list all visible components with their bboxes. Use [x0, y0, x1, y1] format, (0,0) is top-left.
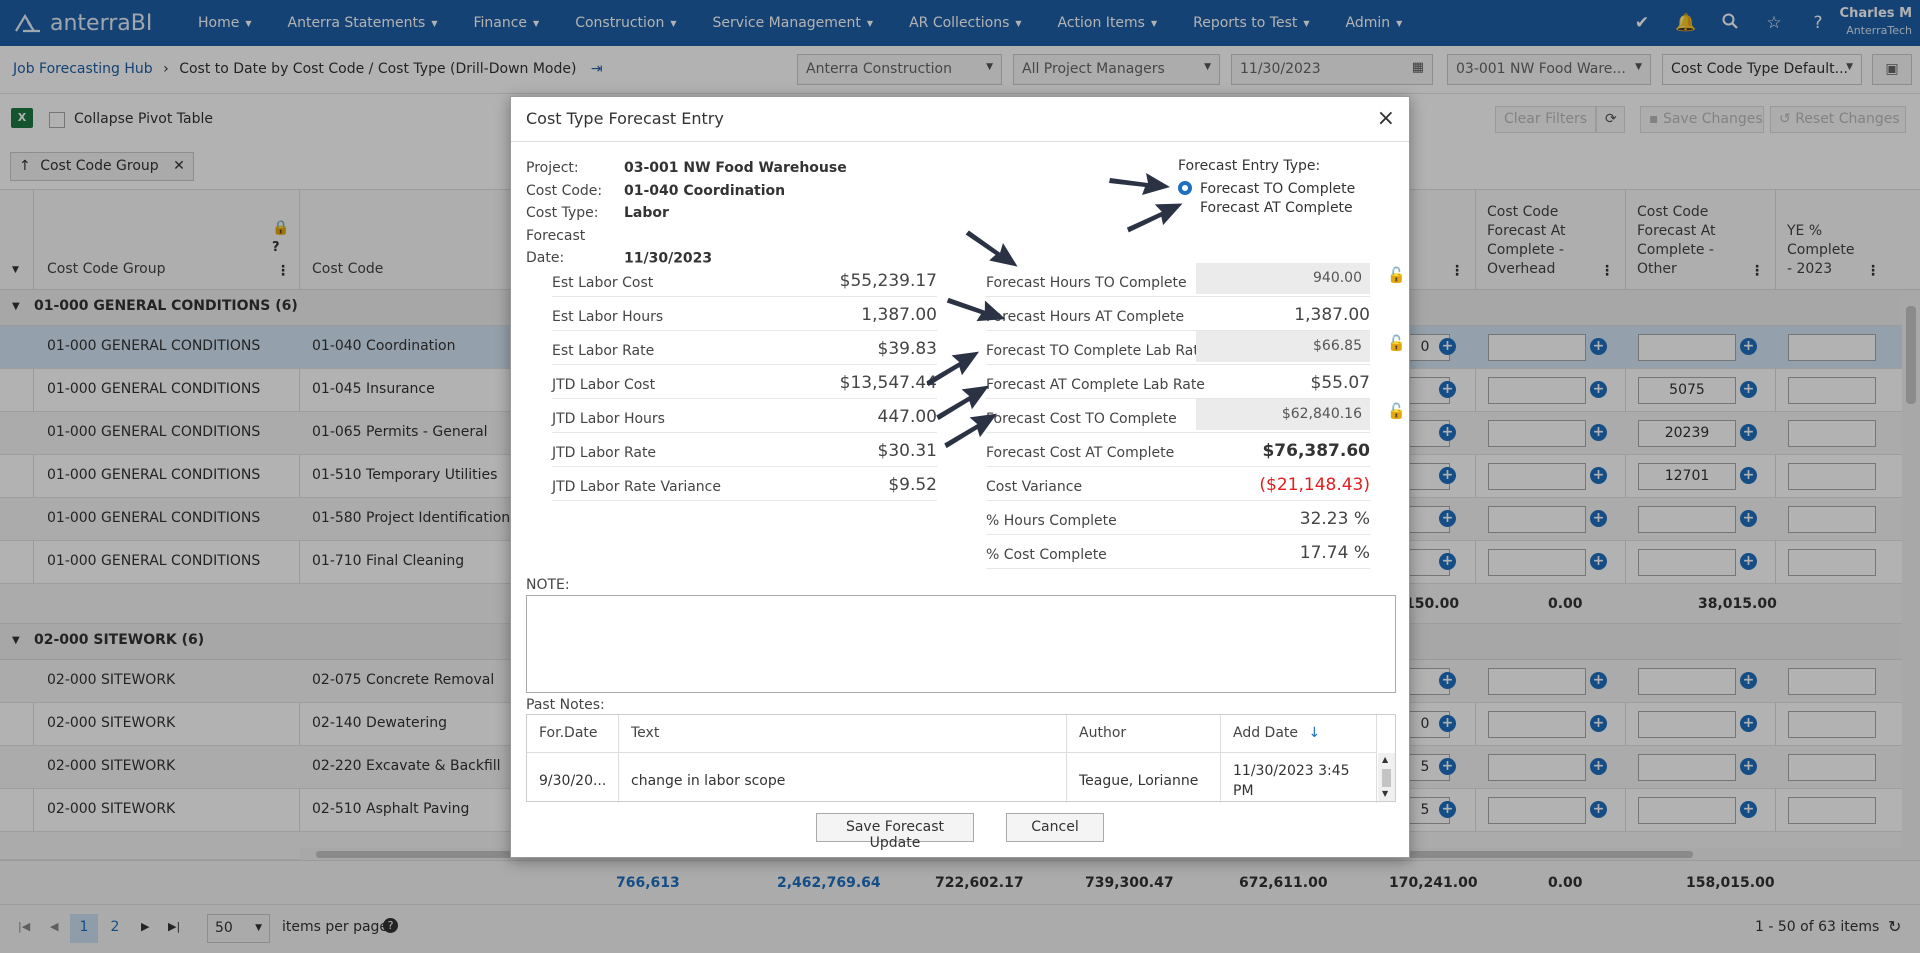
radio-selected-icon[interactable] — [1178, 181, 1192, 195]
unlock-icon[interactable]: 🔓 — [1387, 402, 1406, 420]
info-label: Cost Code: — [526, 182, 603, 199]
forecast-row: Forecast AT Complete Lab Rate $55.07 — [986, 365, 1370, 399]
close-icon[interactable]: × — [1377, 106, 1395, 131]
dialog-header: Cost Type Forecast Entry × — [511, 97, 1409, 142]
stat-row: Est Labor Cost $55,239.17 — [552, 263, 937, 297]
past-notes-header-added[interactable]: Add Date ↓ — [1221, 715, 1377, 753]
stat-row: JTD Labor Cost $13,547.44 — [552, 365, 937, 399]
forecast-row: % Cost Complete 17.74 % — [986, 535, 1370, 569]
past-notes-header-text[interactable]: Text — [619, 715, 1067, 753]
stat-row: JTD Labor Rate $30.31 — [552, 433, 937, 467]
info-value: 01-040 Coordination — [624, 182, 786, 199]
sort-down-icon: ↓ — [1308, 725, 1321, 741]
past-note-author: Teague, Lorianne — [1067, 753, 1221, 803]
stat-row: JTD Labor Hours 447.00 — [552, 399, 937, 433]
past-note-date: 9/30/20... — [527, 753, 619, 803]
past-notes-table: For.Date Text Author Add Date ↓ 9/30/20.… — [526, 714, 1396, 803]
forecast-to-complete-rate-input[interactable]: $66.85 — [1196, 331, 1370, 362]
annotation-arrow-icon — [1109, 173, 1170, 195]
unlock-icon[interactable]: 🔓 — [1387, 334, 1406, 352]
scroll-up-icon[interactable]: ▲ — [1382, 755, 1388, 764]
stat-row: JTD Labor Rate Variance $9.52 — [552, 467, 937, 501]
past-note-text: change in labor scope — [619, 753, 1067, 803]
forecast-entry-dialog: Cost Type Forecast Entry × Project: 03-00… — [510, 96, 1410, 858]
note-textarea[interactable] — [526, 595, 1396, 693]
forecast-row: Forecast TO Complete Lab Rate $66.85 — [986, 331, 1370, 365]
scroll-down-icon[interactable]: ▼ — [1382, 789, 1388, 798]
forecast-info: Project: 03-001 NW Food Warehouse Cost Co… — [526, 157, 847, 270]
info-label: Project: — [526, 160, 579, 176]
unlock-icon[interactable]: 🔓 — [1387, 266, 1406, 284]
forecast-row: Forecast Cost AT Complete $76,387.60 — [986, 433, 1370, 467]
note-label: NOTE: — [526, 577, 570, 593]
info-value: 03-001 NW Food Warehouse — [624, 160, 847, 176]
dialog-title: Cost Type Forecast Entry — [526, 109, 724, 128]
past-note-added: 11/30/2023 3:45 PM — [1221, 753, 1377, 803]
forecast-row: Forecast Hours AT Complete 1,387.00 — [986, 297, 1370, 331]
forecast-row: % Hours Complete 32.23 % — [986, 501, 1370, 535]
cancel-button[interactable]: Cancel — [1006, 813, 1104, 842]
forecast-entry-type: Forecast Entry Type: Forecast TO Complet… — [1178, 157, 1355, 218]
past-notes-header-date[interactable]: For.Date — [527, 715, 619, 753]
forecast-cost-to-complete-input[interactable]: $62,840.16 — [1196, 399, 1370, 430]
entry-type-label: Forecast Entry Type: — [1178, 158, 1321, 174]
save-forecast-button[interactable]: Save Forecast Update — [816, 813, 974, 851]
forecast-row: Cost Variance ($21,148.43) — [986, 467, 1370, 501]
forecast-hours-to-complete-input[interactable]: 940.00 — [1196, 263, 1370, 294]
stat-row: Est Labor Hours 1,387.00 — [552, 297, 937, 331]
radio-forecast-at-complete[interactable]: Forecast AT Complete — [1178, 199, 1355, 218]
radio-forecast-to-complete[interactable]: Forecast TO Complete — [1178, 180, 1355, 199]
past-notes-label: Past Notes: — [526, 697, 605, 713]
stat-row: Est Labor Rate $39.83 — [552, 331, 937, 365]
past-notes-scrollbar[interactable]: ▲ ▼ — [1378, 753, 1395, 801]
past-notes-header-author[interactable]: Author — [1067, 715, 1221, 753]
info-label: Cost Type: — [526, 205, 599, 221]
info-value: Labor — [624, 205, 669, 221]
forecast-row: Forecast Cost TO Complete $62,840.16 — [986, 399, 1370, 433]
forecast-row: Forecast Hours TO Complete 940.00 — [986, 263, 1370, 297]
